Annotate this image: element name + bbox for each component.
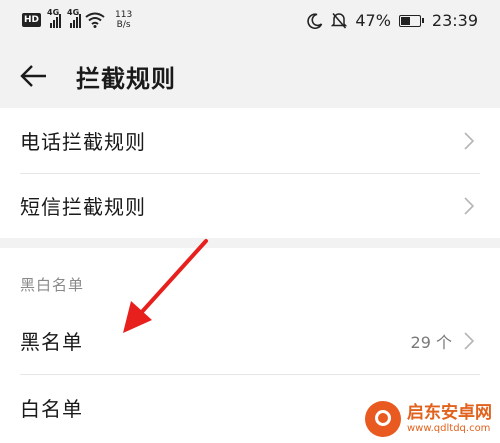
blacklist-count: 29 个 [410, 333, 452, 352]
battery-icon [398, 14, 424, 27]
net-speed-value: 113 [115, 10, 133, 20]
page-title: 拦截规则 [76, 65, 176, 93]
sms-rules-label: 短信拦截规则 [20, 195, 146, 219]
sms-rules-item[interactable]: 短信拦截规则 [0, 173, 500, 238]
net-speed-unit: B/s [116, 20, 131, 30]
signal-icon-2: 4G [67, 8, 82, 28]
mute-bell-icon [331, 13, 348, 29]
section-title: 黑白名单 [20, 276, 85, 294]
battery-percent: 47% [355, 11, 391, 30]
rules-group: 电话拦截规则 短信拦截规则 [0, 108, 500, 238]
network-tag-2: 4G [67, 8, 80, 17]
watermark-name: 启东安卓网 [407, 403, 492, 424]
status-left: HD 4G 4G 113 B/s [22, 8, 132, 30]
app-header: 拦截规则 [0, 44, 500, 108]
status-right: 47% 23:39 [307, 11, 478, 30]
net-speed: 113 B/s [115, 10, 132, 30]
blacklist-item[interactable]: 黑名单 29 个 [0, 308, 500, 373]
clock: 23:39 [431, 11, 478, 30]
watermark: 启东安卓网 www.qdltdq.com [365, 401, 492, 437]
status-bar: HD 4G 4G 113 B/s 47% 23:39 [0, 0, 500, 44]
hd-icon: HD [22, 13, 42, 27]
blacklist-label: 黑名单 [20, 330, 83, 354]
network-tag: 4G [47, 8, 60, 17]
call-rules-label: 电话拦截规则 [20, 130, 146, 154]
moon-icon [307, 12, 323, 29]
call-rules-item[interactable]: 电话拦截规则 [0, 108, 500, 173]
whitelist-label: 白名单 [20, 397, 83, 421]
back-arrow-icon[interactable] [18, 60, 50, 92]
signal-icon: 4G [47, 8, 62, 28]
watermark-url: www.qdltdq.com [407, 422, 491, 434]
watermark-logo-icon [365, 401, 401, 437]
chevron-right-icon [464, 332, 474, 350]
chevron-right-icon [464, 197, 474, 215]
wifi-icon [85, 12, 105, 28]
chevron-right-icon [464, 132, 474, 150]
